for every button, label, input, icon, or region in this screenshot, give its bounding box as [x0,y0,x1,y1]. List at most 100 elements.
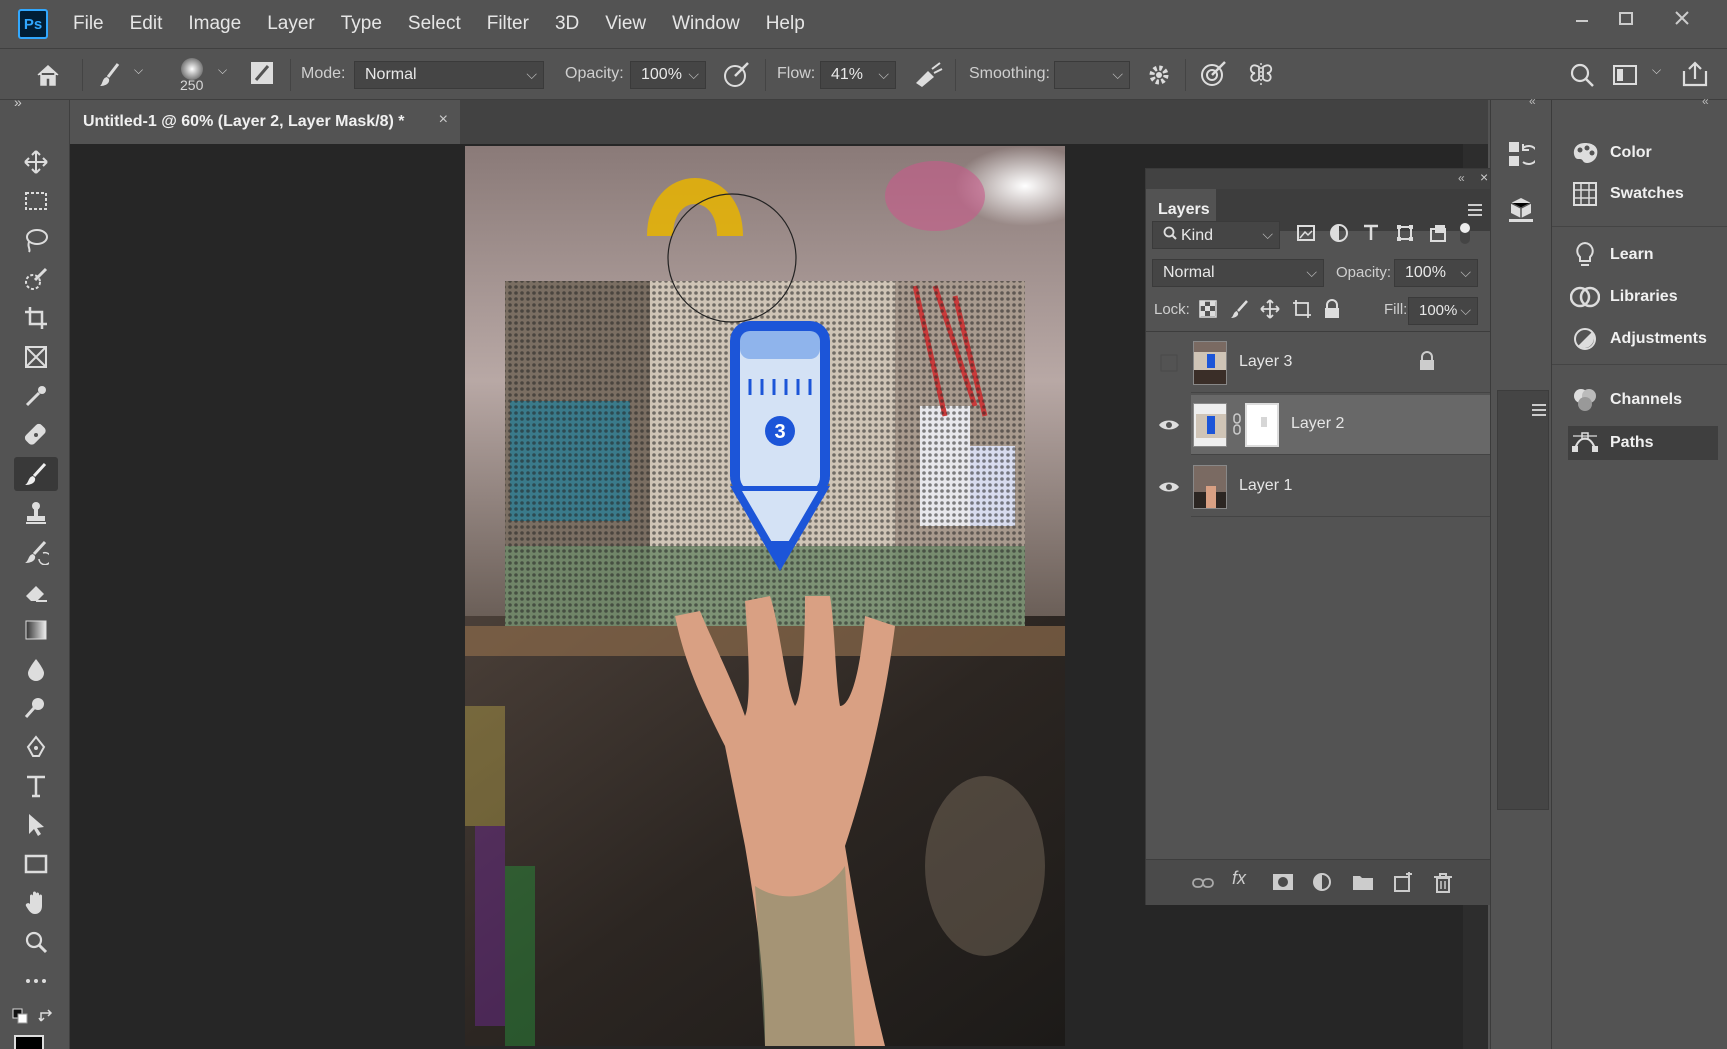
smoothing-dropdown[interactable]: ⌵ [1054,61,1130,89]
filter-kind-dropdown[interactable]: Kind ⌵ [1152,221,1280,249]
new-layer-icon[interactable] [1392,872,1414,894]
zoom-tool-icon[interactable] [14,925,58,959]
workspace-icon[interactable] [1611,61,1639,89]
filter-toggle[interactable] [1458,221,1472,245]
more-tools-icon[interactable] [14,964,58,998]
share-icon[interactable] [1680,59,1710,89]
eye-icon[interactable] [1157,475,1181,499]
link-icon[interactable] [1231,413,1243,435]
fill-dropdown[interactable]: 100% ⌵ [1408,297,1478,325]
menu-layer[interactable]: Layer [254,13,328,35]
close-icon[interactable] [1662,6,1702,32]
minimize-icon[interactable] [1562,6,1602,32]
brush-tool-icon[interactable] [14,457,58,491]
foreground-color-swatch[interactable] [14,1035,44,1049]
blend-mode-dropdown[interactable]: Normal ⌵ [1152,259,1324,287]
symmetry-icon[interactable] [1246,59,1276,89]
close-document-icon[interactable]: × [439,111,448,129]
gradient-tool-icon[interactable] [14,613,58,647]
brush-settings-icon[interactable] [248,59,276,87]
menu-image[interactable]: Image [175,13,254,35]
history-brush-tool-icon[interactable] [14,535,58,569]
menu-filter[interactable]: Filter [474,13,542,35]
layer-opacity-dropdown[interactable]: 100% ⌵ [1394,259,1478,287]
photoshop-logo[interactable]: Ps [18,9,48,39]
menu-file[interactable]: File [60,13,117,35]
lock-transparent-icon[interactable] [1198,299,1218,319]
path-selection-tool-icon[interactable] [14,808,58,842]
link-layers-icon[interactable] [1192,872,1214,894]
visibility-toggle-empty[interactable] [1157,351,1181,375]
add-mask-icon[interactable] [1272,872,1294,892]
new-group-icon[interactable] [1352,872,1374,892]
rectangle-tool-icon[interactable] [14,847,58,881]
marquee-tool-icon[interactable] [14,184,58,218]
document-tab[interactable]: Untitled-1 @ 60% (Layer 2, Layer Mask/8)… [70,100,460,144]
pressure-opacity-icon[interactable] [722,59,752,89]
layer-style-icon[interactable]: fx [1232,868,1246,889]
close-panel-icon[interactable]: × [1480,169,1488,185]
layer-row-layer-2[interactable]: Layer 2 [1159,395,1494,455]
history-icon[interactable] [1507,140,1535,168]
filter-shape-icon[interactable] [1395,223,1415,243]
eyedropper-tool-icon[interactable] [14,379,58,413]
filter-adjustment-icon[interactable] [1329,223,1349,243]
layer-name[interactable]: Layer 2 [1291,415,1344,433]
frame-tool-icon[interactable] [14,340,58,374]
hand-tool-icon[interactable] [14,886,58,920]
expand-toolbar-icon[interactable]: » [14,94,22,110]
lasso-tool-icon[interactable] [14,223,58,257]
panel-learn[interactable]: Learn [1568,238,1718,272]
panel-swatches[interactable]: Swatches [1568,177,1718,211]
chevron-down-icon[interactable]: ⌵ [134,63,143,78]
collapse-dock-icon[interactable]: « [1702,94,1709,108]
brush-preset-icon[interactable] [98,61,124,89]
panel-menu-icon[interactable] [1530,401,1548,419]
collapse-strip-icon[interactable]: « [1529,94,1536,108]
mode-dropdown[interactable]: Normal ⌵ [354,61,544,89]
filter-type-icon[interactable] [1361,223,1381,243]
gear-icon[interactable] [1145,61,1173,89]
filter-pixel-icon[interactable] [1296,223,1316,243]
healing-brush-tool-icon[interactable] [14,418,58,452]
quick-selection-tool-icon[interactable] [14,262,58,296]
panel-color[interactable]: Color [1568,136,1718,170]
menu-view[interactable]: View [592,13,659,35]
menu-type[interactable]: Type [328,13,395,35]
menu-edit[interactable]: Edit [117,13,176,35]
menu-help[interactable]: Help [753,13,818,35]
maximize-icon[interactable] [1606,6,1646,32]
move-tool-icon[interactable] [14,145,58,179]
filter-smart-object-icon[interactable] [1428,223,1448,243]
crop-tool-icon[interactable] [14,301,58,335]
layer-name[interactable]: Layer 1 [1239,477,1292,495]
eraser-tool-icon[interactable] [14,574,58,608]
layer-row-layer-3[interactable]: Layer 3 [1160,333,1494,393]
brush-angle-icon[interactable] [1198,59,1228,89]
chevron-down-icon[interactable]: ⌵ [1652,63,1661,78]
new-adjustment-layer-icon[interactable] [1312,872,1334,894]
panel-channels[interactable]: Channels [1568,383,1718,417]
pen-tool-icon[interactable] [14,730,58,764]
flow-dropdown[interactable]: 41% ⌵ [820,61,896,89]
layers-panel-header[interactable]: « × [1146,169,1496,189]
panel-paths[interactable]: Paths [1568,426,1718,460]
3d-icon[interactable] [1507,196,1535,224]
clone-stamp-tool-icon[interactable] [14,496,58,530]
swap-colors-icon[interactable] [38,1008,56,1026]
airbrush-icon[interactable] [912,59,944,89]
menu-3d[interactable]: 3D [542,13,592,35]
chevron-down-icon[interactable]: ⌵ [218,63,227,78]
blur-tool-icon[interactable] [14,652,58,686]
layer-row-layer-1[interactable]: Layer 1 [1159,457,1494,517]
opacity-dropdown[interactable]: 100% ⌵ [630,61,706,89]
collapse-panel-icon[interactable]: « [1458,171,1465,185]
layer-mask-thumbnail[interactable] [1245,403,1279,447]
default-colors-icon[interactable] [12,1008,30,1026]
home-icon[interactable] [34,61,62,89]
panel-libraries[interactable]: Libraries [1568,280,1718,314]
layer-name[interactable]: Layer 3 [1239,353,1292,371]
menu-select[interactable]: Select [395,13,474,35]
panel-menu-icon[interactable] [1466,201,1484,219]
search-icon[interactable] [1568,61,1596,89]
